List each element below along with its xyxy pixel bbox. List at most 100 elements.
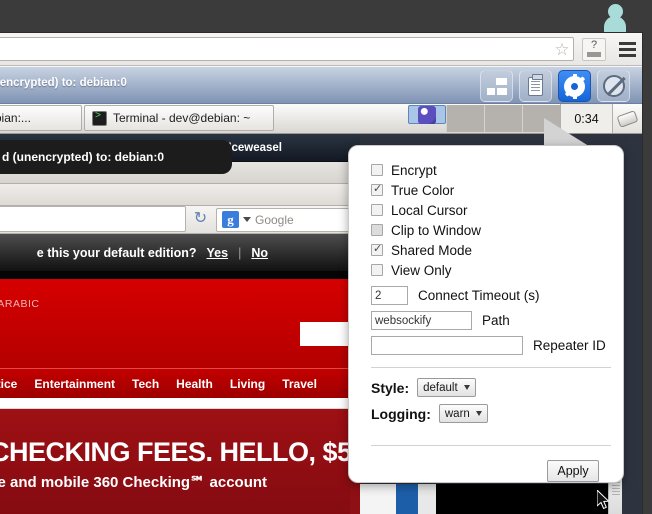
label-true-color: True Color bbox=[391, 182, 455, 198]
page-black-strip bbox=[0, 271, 360, 279]
edition-link-arabic[interactable]: ARABIC bbox=[0, 298, 40, 310]
label-path: Path bbox=[482, 313, 510, 328]
ad-headline: , CHECKING FEES. HELLO, $50. bbox=[0, 437, 360, 467]
label-shared-mode: Shared Mode bbox=[391, 242, 473, 258]
bottom-strip-blue bbox=[396, 484, 418, 514]
gear-icon bbox=[564, 73, 585, 99]
edition-prompt-text: e this your default edition? bbox=[36, 245, 197, 260]
setting-local-cursor[interactable]: Local Cursor bbox=[371, 200, 611, 220]
settings-button[interactable] bbox=[558, 70, 591, 102]
reload-icon[interactable]: ↻ bbox=[191, 210, 210, 229]
guest-window-app-name: Iceweasel bbox=[228, 141, 282, 154]
mouse-cursor bbox=[597, 490, 610, 510]
taskbar-item-terminal-1[interactable]: dev@debian:... bbox=[0, 105, 82, 131]
logging-select[interactable]: warn bbox=[438, 404, 488, 423]
ad-subline: line and mobile 360 Checking℠ account bbox=[0, 474, 268, 491]
help-bar bbox=[587, 52, 601, 57]
setting-logging: Logging: warn bbox=[371, 404, 611, 423]
guest-url-input[interactable] bbox=[0, 206, 186, 232]
google-g-icon: g bbox=[222, 211, 239, 228]
chevron-down-icon[interactable] bbox=[243, 217, 251, 222]
taskbar-spacer bbox=[274, 104, 408, 133]
page-ad-banner[interactable]: , CHECKING FEES. HELLO, $50. line and mo… bbox=[0, 409, 360, 514]
star-icon[interactable]: ☆ bbox=[553, 41, 571, 59]
screen-root: ☆ ? cted (unencrypted) to: debian:0 bbox=[0, 0, 652, 514]
apply-button[interactable]: Apply bbox=[547, 460, 599, 482]
taskbar-item-label: dev@debian:... bbox=[0, 111, 31, 125]
repeater-id-input[interactable] bbox=[371, 336, 523, 355]
connect-timeout-input[interactable] bbox=[371, 286, 408, 305]
guest-nav-toolbar[interactable] bbox=[0, 184, 360, 206]
label-encrypt: Encrypt bbox=[391, 162, 437, 178]
nav-item-tech[interactable]: Tech bbox=[132, 377, 159, 391]
label-style: Style: bbox=[371, 379, 410, 396]
nav-item-justice[interactable]: Justice bbox=[0, 377, 17, 391]
checkbox-true-color[interactable] bbox=[371, 182, 383, 196]
checkbox-view-only[interactable] bbox=[371, 264, 383, 276]
edition-prompt-bar: e this your default edition? Yes | No bbox=[0, 234, 360, 271]
hamburger-menu-icon[interactable] bbox=[616, 39, 638, 60]
checkbox-clip-to-window[interactable] bbox=[371, 224, 383, 236]
edition-no-link[interactable]: No bbox=[251, 246, 268, 260]
setting-path: Path bbox=[371, 311, 611, 330]
bottom-strip-grey bbox=[418, 484, 436, 514]
ctrl-alt-del-button[interactable] bbox=[480, 70, 513, 102]
path-input[interactable] bbox=[371, 311, 472, 330]
terminal-icon bbox=[92, 110, 107, 126]
clipboard-button[interactable] bbox=[519, 70, 552, 102]
app-icon bbox=[418, 105, 436, 124]
taskbar-item-terminal-2[interactable]: Terminal - dev@debian: ~ bbox=[84, 105, 274, 131]
windows-icon bbox=[486, 77, 507, 95]
tray-eraser-button[interactable] bbox=[612, 104, 642, 133]
setting-true-color[interactable]: True Color bbox=[371, 180, 611, 200]
bottom-strip-light bbox=[360, 484, 396, 514]
taskbar-item-label: Terminal - dev@debian: ~ bbox=[113, 111, 251, 125]
label-local-cursor: Local Cursor bbox=[391, 202, 468, 218]
taskbar-slot[interactable] bbox=[484, 105, 522, 132]
panel-divider-bottom bbox=[371, 445, 611, 446]
disconnect-button[interactable] bbox=[597, 70, 630, 102]
nav-item-living[interactable]: Living bbox=[230, 377, 265, 391]
taskbar-slot[interactable] bbox=[446, 105, 484, 132]
popup-pointer bbox=[544, 118, 592, 148]
setting-clip-to-window[interactable]: Clip to Window bbox=[371, 220, 611, 240]
host-url-input[interactable] bbox=[0, 37, 574, 61]
logging-select-value: warn bbox=[444, 407, 470, 420]
nav-item-entertainment[interactable]: Entertainment bbox=[34, 377, 115, 391]
novnc-status-text: cted (unencrypted) to: debian:0 bbox=[0, 77, 127, 89]
setting-connect-timeout: Connect Timeout (s) bbox=[371, 286, 611, 305]
setting-view-only[interactable]: View Only bbox=[371, 260, 611, 280]
help-glyph: ? bbox=[590, 39, 598, 51]
checkbox-encrypt[interactable] bbox=[371, 164, 383, 176]
checkbox-local-cursor[interactable] bbox=[371, 204, 383, 216]
host-toolbar: ☆ ? bbox=[0, 33, 642, 66]
novnc-button-group bbox=[480, 70, 630, 102]
setting-repeater-id: Repeater ID bbox=[371, 336, 611, 355]
edition-yes-link[interactable]: Yes bbox=[207, 246, 229, 260]
guest-url-toolbar: ☆ ↻ g Google bbox=[0, 206, 360, 234]
nav-item-health[interactable]: Health bbox=[176, 377, 213, 391]
search-engine-label: Google bbox=[255, 212, 294, 227]
label-repeater-id: Repeater ID bbox=[533, 338, 606, 353]
chevron-down-icon bbox=[463, 385, 470, 390]
guest-search-box[interactable]: g Google bbox=[216, 207, 356, 232]
no-connection-icon bbox=[602, 75, 625, 97]
taskbar-slot-active[interactable] bbox=[408, 105, 446, 124]
panel-divider bbox=[371, 367, 611, 368]
style-select[interactable]: default bbox=[417, 378, 476, 397]
nav-item-travel[interactable]: Travel bbox=[282, 377, 317, 391]
setting-style: Style: default bbox=[371, 378, 611, 397]
novnc-control-bar: cted (unencrypted) to: debian:0 bbox=[0, 66, 642, 104]
label-connect-timeout: Connect Timeout (s) bbox=[418, 288, 540, 303]
panel-actions: Apply bbox=[371, 460, 611, 482]
setting-encrypt[interactable]: Encrypt bbox=[371, 160, 611, 180]
guest-page-content: e this your default edition? Yes | No MÉ… bbox=[0, 234, 360, 514]
scrollbar-grip[interactable] bbox=[612, 482, 620, 496]
page-video-placeholder bbox=[436, 484, 608, 514]
status-tooltip: d (unencrypted) to: debian:0 bbox=[0, 140, 232, 174]
help-icon[interactable]: ? bbox=[582, 38, 606, 61]
checkbox-shared-mode[interactable] bbox=[371, 242, 383, 256]
novnc-settings-panel: Encrypt True Color Local Cursor Clip to … bbox=[348, 145, 624, 483]
edition-links: MÉXICO ARABIC bbox=[0, 297, 40, 311]
setting-shared-mode[interactable]: Shared Mode bbox=[371, 240, 611, 260]
